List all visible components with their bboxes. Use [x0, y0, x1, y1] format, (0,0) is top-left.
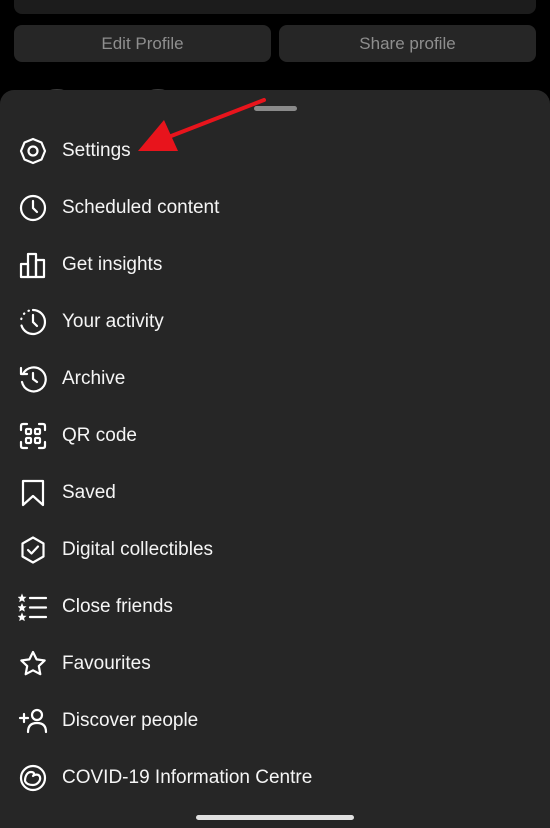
menu-item-label: Digital collectibles — [62, 539, 214, 560]
menu-item-label: Archive — [62, 368, 126, 389]
menu-item-label: Scheduled content — [62, 197, 220, 218]
menu-item-label: Saved — [62, 482, 116, 503]
menu-item-label: COVID-19 Information Centre — [62, 767, 313, 788]
bottom-sheet-menu: Settings Scheduled content Get insights — [0, 90, 550, 828]
star-list-icon — [18, 592, 48, 622]
menu-item-get-insights[interactable]: Get insights — [0, 236, 550, 293]
menu-item-your-activity[interactable]: Your activity — [0, 293, 550, 350]
menu-item-label: Discover people — [62, 710, 199, 731]
menu-item-covid-information-centre[interactable]: COVID-19 Information Centre — [0, 749, 550, 806]
activity-clock-icon — [18, 307, 48, 337]
bookmark-icon — [18, 478, 48, 508]
menu-item-label: Close friends — [62, 596, 173, 617]
edit-profile-button[interactable]: Edit Profile — [14, 25, 271, 62]
menu-item-saved[interactable]: Saved — [0, 464, 550, 521]
star-icon — [18, 649, 48, 679]
settings-gear-icon — [18, 136, 48, 166]
clock-icon — [18, 193, 48, 223]
menu-item-label: QR code — [62, 425, 137, 446]
menu-item-scheduled-content[interactable]: Scheduled content — [0, 179, 550, 236]
menu-item-close-friends[interactable]: Close friends — [0, 578, 550, 635]
archive-history-icon — [18, 364, 48, 394]
menu-item-archive[interactable]: Archive — [0, 350, 550, 407]
profile-header-card — [14, 0, 536, 14]
qr-code-icon — [18, 421, 48, 451]
home-indicator[interactable] — [196, 815, 354, 820]
menu-item-digital-collectibles[interactable]: Digital collectibles — [0, 521, 550, 578]
annotation-arrow — [138, 98, 266, 151]
menu-item-qr-code[interactable]: QR code — [0, 407, 550, 464]
menu-item-label: Favourites — [62, 653, 151, 674]
menu-item-label: Your activity — [62, 311, 164, 332]
menu-item-settings[interactable]: Settings — [0, 122, 550, 179]
menu-item-discover-people[interactable]: Discover people — [0, 692, 550, 749]
menu-item-favourites[interactable]: Favourites — [0, 635, 550, 692]
bar-chart-icon — [18, 250, 48, 280]
menu-item-label: Get insights — [62, 254, 163, 275]
menu-item-label: Settings — [62, 140, 131, 161]
share-profile-button[interactable]: Share profile — [279, 25, 536, 62]
shield-check-icon — [18, 535, 48, 565]
add-person-icon — [18, 706, 48, 736]
covid-info-icon — [18, 763, 48, 793]
